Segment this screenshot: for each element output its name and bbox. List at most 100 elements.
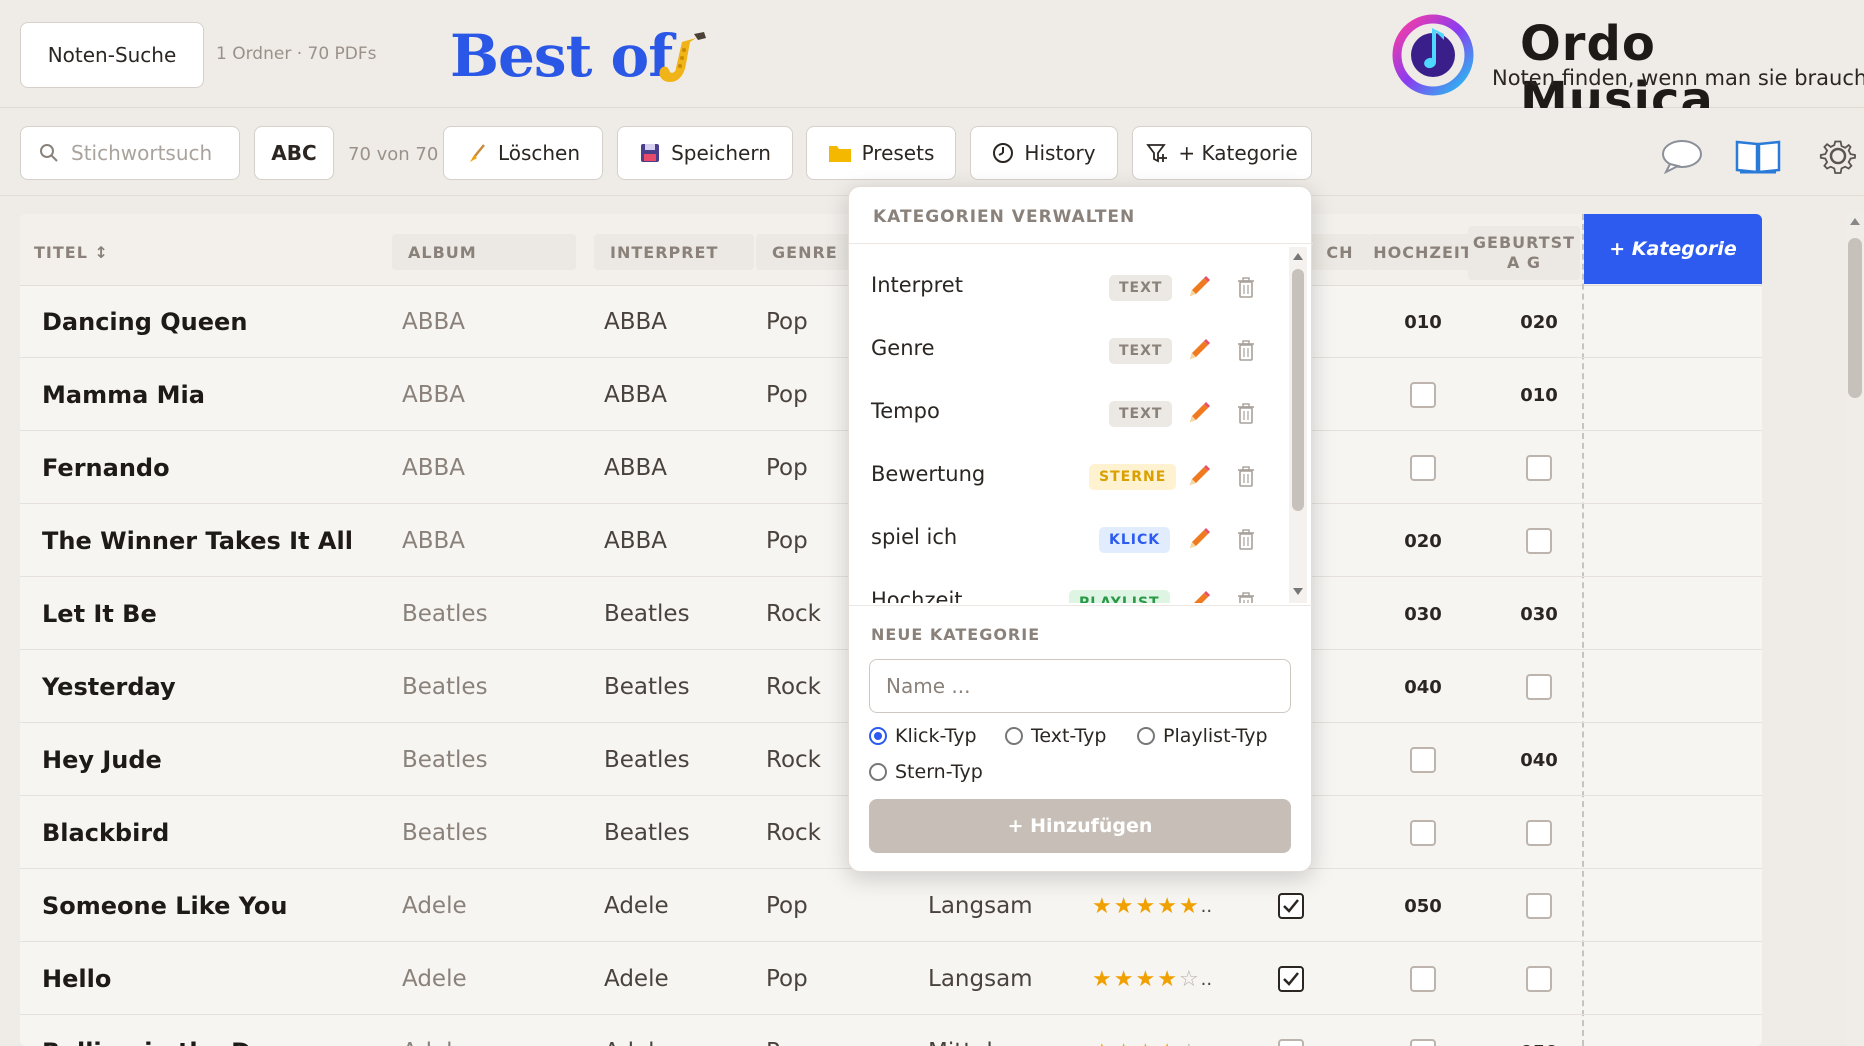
hochzeit-checkbox[interactable] <box>1410 820 1436 846</box>
star-empty-icon[interactable]: ☆ <box>1179 1040 1201 1046</box>
geburtstag-checkbox[interactable] <box>1526 820 1552 846</box>
category-name-input[interactable] <box>869 659 1291 713</box>
feedback-button[interactable] <box>1658 134 1706 178</box>
radio-klick-typ[interactable]: Klick-Typ <box>869 721 977 751</box>
star-filled-icon[interactable]: ★ <box>1092 967 1114 992</box>
header-spiel-ich[interactable]: CH <box>1310 234 1370 270</box>
geburtstag-checkbox[interactable] <box>1526 528 1552 554</box>
radio-playlist-typ[interactable]: Playlist-Typ <box>1137 721 1268 751</box>
star-filled-icon[interactable]: ★ <box>1092 1040 1114 1046</box>
trash-icon[interactable] <box>1237 466 1255 488</box>
hochzeit-cell[interactable]: 030 <box>1368 578 1478 650</box>
header-title[interactable]: TITEL ↕ <box>34 234 124 270</box>
star-filled-icon[interactable]: ★ <box>1135 894 1157 919</box>
save-button[interactable]: Speichern <box>617 126 793 180</box>
song-title[interactable]: Let It Be <box>42 578 157 650</box>
category-item[interactable]: spiel ich KLICK <box>849 507 1293 570</box>
hochzeit-cell[interactable] <box>1368 724 1478 796</box>
radio-button[interactable] <box>869 727 887 745</box>
edit-pencil-icon[interactable] <box>1185 273 1213 301</box>
category-item[interactable]: Bewertung STERNE <box>849 444 1293 507</box>
geburtstag-cell[interactable]: 030 <box>1484 578 1594 650</box>
header-album[interactable]: ALBUM <box>392 234 576 270</box>
hochzeit-cell[interactable] <box>1368 797 1478 869</box>
edit-pencil-icon[interactable] <box>1185 525 1213 553</box>
star-filled-icon[interactable]: ★ <box>1135 967 1157 992</box>
scroll-up-arrow-icon[interactable] <box>1293 253 1303 260</box>
hochzeit-checkbox[interactable] <box>1410 747 1436 773</box>
radio-button[interactable] <box>1137 727 1155 745</box>
geburtstag-cell[interactable] <box>1484 797 1594 869</box>
star-filled-icon[interactable]: ★ <box>1114 967 1136 992</box>
scrollbar-thumb[interactable] <box>1292 269 1304 511</box>
edit-pencil-icon[interactable] <box>1185 462 1213 490</box>
song-title[interactable]: Hello <box>42 943 111 1015</box>
trash-icon[interactable] <box>1237 403 1255 425</box>
star-filled-icon[interactable]: ★ <box>1179 894 1201 919</box>
geburtstag-cell[interactable] <box>1484 432 1594 504</box>
spiel-ich-checkbox[interactable] <box>1278 943 1304 1015</box>
hochzeit-cell[interactable]: 040 <box>1368 651 1478 723</box>
hochzeit-checkbox[interactable] <box>1410 966 1436 992</box>
song-title[interactable]: Someone Like You <box>42 870 287 942</box>
hochzeit-cell[interactable]: 020 <box>1368 505 1478 577</box>
category-item[interactable]: Genre TEXT <box>849 318 1293 381</box>
trash-icon[interactable] <box>1237 340 1255 362</box>
manual-button[interactable] <box>1734 134 1782 178</box>
add-category-button[interactable]: + Kategorie <box>1132 126 1312 180</box>
geburtstag-cell[interactable]: 040 <box>1484 724 1594 796</box>
trash-icon[interactable] <box>1237 277 1255 299</box>
spiel-ich-checkbox[interactable] <box>1278 870 1304 942</box>
add-category-column-button[interactable]: + Kategorie <box>1584 214 1762 284</box>
song-rating[interactable]: ★★★★☆.. <box>1092 943 1212 1015</box>
abc-sort-button[interactable]: ABC <box>254 126 334 180</box>
clear-button[interactable]: Löschen <box>443 126 603 180</box>
song-title[interactable]: Rolling in the Deep <box>42 1016 301 1046</box>
song-title[interactable]: Hey Jude <box>42 724 162 796</box>
category-list-scrollbar[interactable] <box>1289 247 1307 603</box>
scroll-up-arrow-icon[interactable] <box>1850 218 1860 225</box>
star-filled-icon[interactable]: ★ <box>1157 894 1179 919</box>
hochzeit-checkbox[interactable] <box>1410 455 1436 481</box>
star-filled-icon[interactable]: ★ <box>1114 1040 1136 1046</box>
hochzeit-cell[interactable]: 050 <box>1368 870 1478 942</box>
radio-text-typ[interactable]: Text-Typ <box>1005 721 1107 751</box>
radio-button[interactable] <box>1005 727 1023 745</box>
trash-icon[interactable] <box>1237 529 1255 551</box>
search-box[interactable] <box>20 126 240 180</box>
presets-button[interactable]: Presets <box>806 126 956 180</box>
hochzeit-checkbox[interactable] <box>1410 1039 1436 1046</box>
checkbox-checked[interactable] <box>1278 966 1304 992</box>
star-filled-icon[interactable]: ★ <box>1092 894 1114 919</box>
edit-pencil-icon[interactable] <box>1185 588 1213 603</box>
edit-pencil-icon[interactable] <box>1185 336 1213 364</box>
song-title[interactable]: Dancing Queen <box>42 286 247 358</box>
song-title[interactable]: Mamma Mia <box>42 359 205 431</box>
song-title[interactable]: Fernando <box>42 432 170 504</box>
song-title[interactable]: The Winner Takes It All <box>42 505 353 577</box>
table-row[interactable]: Rolling in the DeepAdeleAdelePopMittel★★… <box>20 1016 1762 1046</box>
category-item[interactable]: Hochzeit PLAYLIST <box>849 570 1293 603</box>
checkbox-checked[interactable] <box>1278 893 1304 919</box>
geburtstag-checkbox[interactable] <box>1526 674 1552 700</box>
hochzeit-cell[interactable] <box>1368 432 1478 504</box>
star-empty-icon[interactable]: ☆ <box>1179 967 1201 992</box>
trash-icon[interactable] <box>1237 592 1255 603</box>
settings-button[interactable] <box>1814 134 1862 178</box>
geburtstag-cell[interactable] <box>1484 651 1594 723</box>
category-item[interactable]: Interpret TEXT <box>849 255 1293 318</box>
geburtstag-checkbox[interactable] <box>1526 966 1552 992</box>
star-filled-icon[interactable]: ★ <box>1157 967 1179 992</box>
star-filled-icon[interactable]: ★ <box>1114 894 1136 919</box>
hochzeit-cell[interactable] <box>1368 943 1478 1015</box>
radio-stern-typ[interactable]: Stern-Typ <box>869 757 983 787</box>
geburtstag-cell[interactable]: 050 <box>1484 1016 1594 1046</box>
search-input[interactable] <box>71 141 211 165</box>
geburtstag-cell[interactable] <box>1484 870 1594 942</box>
add-category-submit-button[interactable]: + Hinzufügen <box>869 799 1291 853</box>
song-rating[interactable]: ★★★★☆.. <box>1092 1016 1212 1046</box>
header-hochzeit[interactable]: HOCHZEIT <box>1368 234 1478 270</box>
radio-button[interactable] <box>869 763 887 781</box>
edit-pencil-icon[interactable] <box>1185 399 1213 427</box>
checkbox-unchecked[interactable] <box>1278 1039 1304 1046</box>
